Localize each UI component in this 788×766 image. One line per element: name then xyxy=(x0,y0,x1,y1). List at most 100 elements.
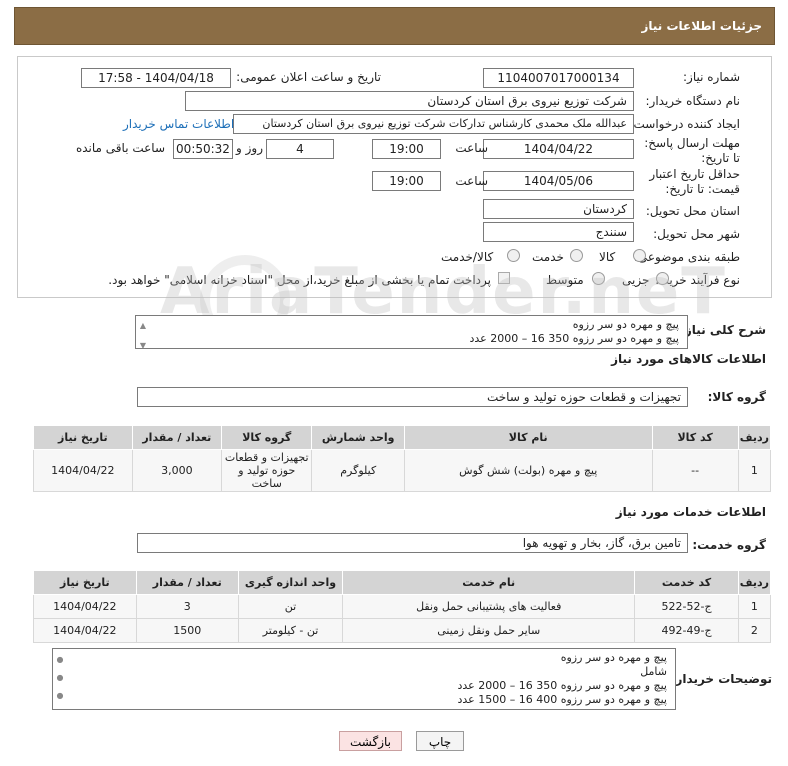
notes-line-3: پیچ و مهره دو سر رزوه 350 16 – 2000 عدد xyxy=(457,679,668,692)
province-label: استان محل تحویل: xyxy=(645,204,740,218)
service-cell-unit: تن - کیلومتر xyxy=(237,618,344,643)
goods-cell-code: -- xyxy=(651,449,739,492)
treasury-payment-checkbox[interactable] xyxy=(498,272,510,284)
validity-label: حداقل تاریخ اعتبار قیمت: تا تاریخ: xyxy=(649,167,740,196)
col-row: ردیف xyxy=(737,425,772,450)
goods-table: ردیف کد کالا نام کالا واحد شمارش گروه کا… xyxy=(33,425,772,492)
col-date: تاریخ نیاز xyxy=(33,570,137,595)
creator-field: عبدالله ملک محمدی کارشناس تدارکات شرکت ت… xyxy=(233,114,634,134)
print-button[interactable]: چاپ xyxy=(416,731,464,751)
notes-scrollbar[interactable]: ● ● ● xyxy=(54,650,66,708)
service-cell-name: سایر حمل ونقل زمینی xyxy=(342,618,636,643)
validity-hour-label: ساعت xyxy=(455,174,488,188)
service-cell-name: فعالیت های پشتیبانی حمل ونقل xyxy=(342,594,636,619)
summary-scrollbar[interactable]: ▲ ▼ xyxy=(137,317,149,349)
announce-label: تاریخ و ساعت اعلان عمومی: xyxy=(236,70,381,84)
remaining-time-label: ساعت باقی مانده xyxy=(75,141,165,155)
col-service-name: نام خدمت xyxy=(342,570,636,595)
summary-label: شرح کلی نیاز: xyxy=(680,323,766,337)
notes-line-2: شامل xyxy=(640,665,667,678)
process-minor-radio[interactable] xyxy=(656,272,669,285)
col-service-code: کد خدمت xyxy=(634,570,739,595)
scroll-thumb-icon: ● xyxy=(56,673,64,682)
category-service-label: خدمت xyxy=(532,250,564,264)
deadline-hour-field: 19:00 xyxy=(372,139,441,159)
notes-line-4: پیچ و مهره دو سر رزوه 400 16 – 1500 عدد xyxy=(457,693,668,706)
table-row: 2 ج-49-492 سایر حمل ونقل زمینی تن - کیلو… xyxy=(33,618,772,643)
service-cell-date: 1404/04/22 xyxy=(33,594,137,619)
remaining-time-field: 00:50:32 xyxy=(173,139,233,159)
treasury-payment-note: پرداخت تمام یا بخشی از مبلغ خرید،از محل … xyxy=(108,273,491,287)
scroll-up-icon: ● xyxy=(56,655,64,664)
back-button[interactable]: بازگشت xyxy=(339,731,402,751)
service-cell-date: 1404/04/22 xyxy=(33,618,137,643)
buyer-field: شرکت توزیع نیروی برق استان کردستان xyxy=(185,91,634,111)
page-title: جزئیات اطلاعات نیاز xyxy=(641,19,762,33)
services-section-title: اطلاعات خدمات مورد نیاز xyxy=(615,505,766,519)
process-medium-radio[interactable] xyxy=(592,272,605,285)
validity-hour-field: 19:00 xyxy=(372,171,441,191)
col-unit: واحد شمارش xyxy=(311,425,405,450)
notes-line-1: پیچ و مهره دو سر رزوه xyxy=(560,651,667,664)
goods-group-field: تجهیزات و قطعات حوزه تولید و ساخت xyxy=(137,387,688,407)
category-goods-label: کالا xyxy=(599,250,616,264)
service-cell-code: ج-49-492 xyxy=(634,618,739,643)
goods-cell-unit: کیلوگرم xyxy=(311,449,405,492)
need-number-label: شماره نیاز: xyxy=(683,70,740,84)
summary-line-2: پیچ و مهره دو سر رزوه 350 16 – 2000 عدد xyxy=(469,332,680,345)
scroll-up-icon: ▲ xyxy=(139,321,147,330)
services-table-header: ردیف کد خدمت نام خدمت واحد اندازه گیری ت… xyxy=(33,570,772,595)
goods-cell-name: پیچ و مهره (بولت) شش گوش xyxy=(403,449,653,492)
announce-datetime-field: 1404/04/18 - 17:58 xyxy=(81,68,231,88)
col-row: ردیف xyxy=(737,570,772,595)
service-cell-qty: 3 xyxy=(135,594,239,619)
city-field: سنندج xyxy=(483,222,634,242)
col-group: گروه کالا xyxy=(221,425,313,450)
summary-textarea[interactable]: ▲ ▼ پیچ و مهره دو سر رزوه پیچ و مهره دو … xyxy=(135,315,688,349)
process-medium-label: متوسط xyxy=(546,273,584,287)
service-cell-row: 1 xyxy=(737,594,772,619)
category-service-radio[interactable] xyxy=(570,249,583,262)
days-label: روز و xyxy=(236,141,263,155)
process-minor-label: جزیی xyxy=(622,273,650,287)
goods-cell-group: تجهیزات و قطعات حوزه تولید و ساخت xyxy=(221,449,313,492)
table-row: 1 ج-52-522 فعالیت های پشتیبانی حمل ونقل … xyxy=(33,594,772,619)
col-qty: تعداد / مقدار xyxy=(131,425,223,450)
goods-cell-qty: 3,000 xyxy=(131,449,223,492)
col-measure-unit: واحد اندازه گیری xyxy=(237,570,344,595)
summary-line-1: پیچ و مهره دو سر رزوه xyxy=(572,318,679,331)
col-date: تاریخ نیاز xyxy=(33,425,133,450)
city-label: شهر محل تحویل: xyxy=(653,227,740,241)
buyer-contact-link[interactable]: اطلاعات تماس خریدار xyxy=(123,117,234,131)
category-goods-service-label: کالا/خدمت xyxy=(441,250,494,264)
service-cell-unit: تن xyxy=(237,594,344,619)
category-goods-service-radio[interactable] xyxy=(507,249,520,262)
col-name: نام کالا xyxy=(403,425,653,450)
need-number-field: 1104007017000134 xyxy=(483,68,634,88)
province-field: کردستان xyxy=(483,199,634,219)
service-cell-code: ج-52-522 xyxy=(634,594,739,619)
service-cell-qty: 1500 xyxy=(135,618,239,643)
deadline-hour-label: ساعت xyxy=(455,141,488,155)
goods-section-title: اطلاعات کالاهای مورد نیاز xyxy=(611,352,766,366)
deadline-date-field: 1404/04/22 xyxy=(483,139,634,159)
services-table: ردیف کد خدمت نام خدمت واحد اندازه گیری ت… xyxy=(33,570,772,643)
table-row: 1 -- پیچ و مهره (بولت) شش گوش کیلوگرم تج… xyxy=(33,449,772,492)
service-cell-row: 2 xyxy=(737,618,772,643)
category-goods-radio[interactable] xyxy=(633,249,646,262)
goods-table-header: ردیف کد کالا نام کالا واحد شمارش گروه کا… xyxy=(33,425,772,450)
validity-date-field: 1404/05/06 xyxy=(483,171,634,191)
buyer-label: نام دستگاه خریدار: xyxy=(645,94,741,108)
scroll-down-icon: ● xyxy=(56,691,64,700)
col-qty: تعداد / مقدار xyxy=(135,570,239,595)
scroll-down-icon: ▼ xyxy=(139,341,147,349)
services-group-label: گروه خدمت: xyxy=(692,538,766,552)
days-remaining-field: 4 xyxy=(266,139,334,159)
creator-label: ایجاد کننده درخواست: xyxy=(629,117,740,131)
col-code: کد کالا xyxy=(651,425,739,450)
buyer-notes-textarea[interactable]: ● ● ● پیچ و مهره دو سر رزوه شامل پیچ و م… xyxy=(52,648,676,710)
services-group-field: تامین برق، گاز، بخار و تهویه هوا xyxy=(137,533,688,553)
deadline-label: مهلت ارسال پاسخ: تا تاریخ: xyxy=(644,136,740,165)
page-header: جزئیات اطلاعات نیاز xyxy=(14,7,775,45)
goods-cell-date: 1404/04/22 xyxy=(33,449,133,492)
